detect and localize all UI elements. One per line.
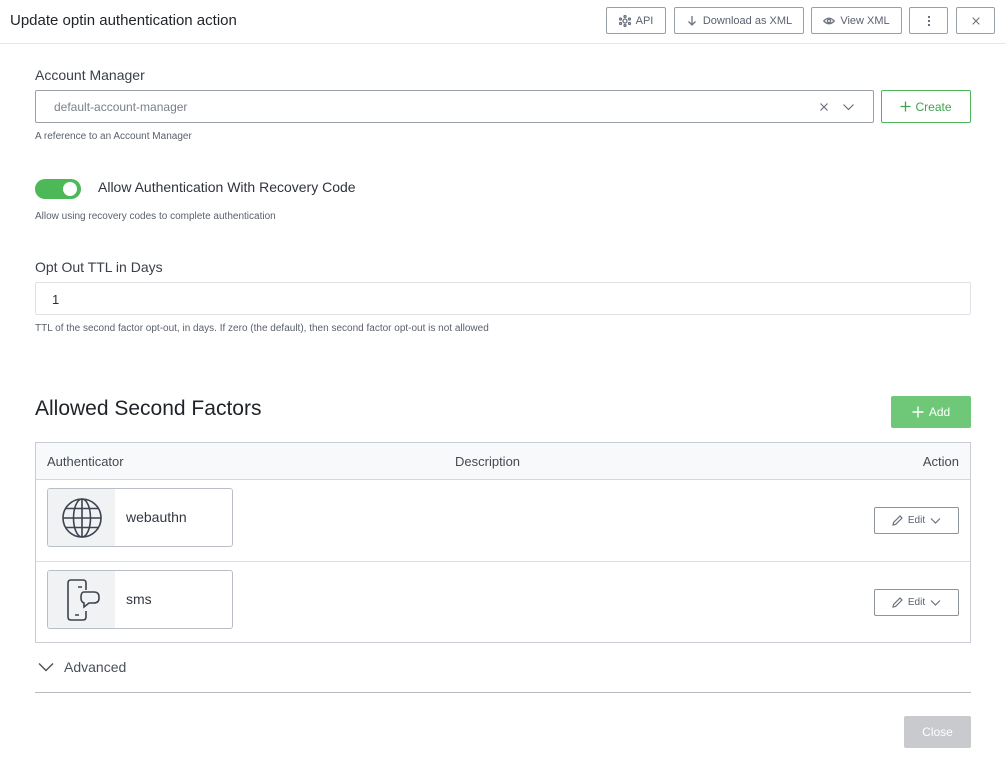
edit-factor-button[interactable]: Edit (874, 507, 959, 534)
api-label: API (635, 14, 654, 27)
column-description: Description (455, 454, 521, 469)
authenticator-card-webauthn[interactable]: webauthn (47, 488, 233, 547)
chevron-down-icon (38, 663, 54, 672)
globe-icon (61, 497, 102, 538)
account-manager-label: Account Manager (35, 67, 145, 83)
advanced-toggle[interactable]: Advanced (38, 659, 126, 675)
edit-label: Edit (907, 515, 926, 526)
recovery-code-help: Allow using recovery codes to complete a… (35, 211, 276, 222)
dialog-header: Update optin authentication action API D… (0, 0, 1006, 44)
pencil-icon (892, 597, 903, 608)
phone-chat-icon (66, 578, 100, 621)
table-header: Authenticator Description Action (36, 443, 970, 480)
chevron-down-icon (930, 599, 941, 606)
opt-out-ttl-label: Opt Out TTL in Days (35, 259, 163, 275)
dialog-title: Update optin authentication action (10, 12, 237, 29)
add-label: Add (928, 405, 951, 419)
column-authenticator: Authenticator (47, 454, 124, 469)
download-icon (687, 15, 696, 26)
account-manager-help: A reference to an Account Manager (35, 131, 192, 142)
clear-icon[interactable] (818, 101, 830, 113)
plus-icon (912, 406, 924, 418)
api-icon (618, 14, 631, 27)
create-label: Create (915, 99, 952, 114)
second-factors-title: Allowed Second Factors (35, 397, 262, 420)
close-label: Close (922, 725, 953, 739)
authenticator-name: sms (126, 591, 152, 607)
toggle-knob (63, 182, 77, 196)
opt-out-ttl-value: 1 (52, 292, 60, 307)
edit-label: Edit (907, 597, 926, 608)
pencil-icon (892, 515, 903, 526)
authenticator-card-sms[interactable]: sms (47, 570, 233, 629)
authenticator-icon-box (48, 571, 115, 628)
authenticator-name: webauthn (126, 509, 187, 525)
eye-icon (823, 17, 836, 24)
add-factor-button[interactable]: Add (891, 396, 971, 428)
download-xml-button[interactable]: Download as XML (674, 7, 804, 34)
view-xml-label: View XML (840, 14, 890, 27)
table-row: webauthn Edit (36, 480, 970, 562)
kebab-menu-icon (927, 15, 930, 26)
column-action: Action (922, 454, 959, 469)
api-button[interactable]: API (606, 7, 666, 34)
more-options-button[interactable] (909, 7, 948, 34)
divider (35, 692, 971, 693)
chevron-down-icon[interactable] (842, 101, 855, 113)
opt-out-ttl-help: TTL of the second factor opt-out, in day… (35, 323, 489, 334)
close-dialog-button[interactable] (956, 7, 995, 34)
view-xml-button[interactable]: View XML (811, 7, 902, 34)
edit-factor-button[interactable]: Edit (874, 589, 959, 616)
recovery-code-toggle[interactable] (35, 179, 81, 199)
create-account-manager-button[interactable]: Create (881, 90, 971, 123)
advanced-label: Advanced (64, 659, 127, 675)
opt-out-ttl-input[interactable]: 1 (35, 282, 971, 315)
second-factors-table: Authenticator Description Action webauth… (35, 442, 971, 643)
plus-icon (900, 101, 911, 112)
account-manager-select[interactable]: default-account-manager (35, 90, 874, 123)
close-button[interactable]: Close (904, 716, 971, 748)
download-label: Download as XML (702, 14, 793, 27)
account-manager-value: default-account-manager (54, 100, 188, 114)
close-icon (971, 16, 980, 25)
table-row: sms Edit (36, 562, 970, 644)
authenticator-icon-box (48, 489, 115, 546)
recovery-code-label: Allow Authentication With Recovery Code (98, 179, 356, 195)
chevron-down-icon (930, 517, 941, 524)
